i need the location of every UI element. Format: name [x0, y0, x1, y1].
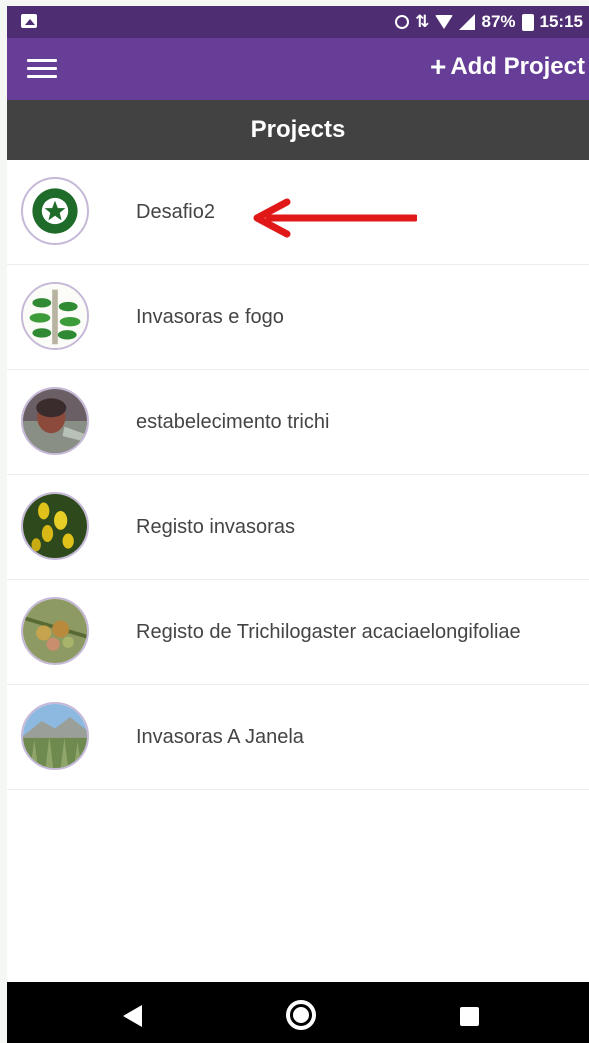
project-avatar-galls-photo [21, 597, 89, 665]
project-row[interactable]: Registo invasoras [7, 475, 589, 580]
battery-percent: 87% [481, 12, 516, 31]
project-row[interactable]: Invasoras e fogo [7, 265, 589, 370]
status-time: 15:15 [539, 12, 583, 31]
project-avatar-yellow-flowers-photo [21, 492, 89, 560]
status-bar: ⇅ 87% 15:15 [7, 6, 589, 38]
project-row[interactable]: Desafio2 [7, 160, 589, 265]
data-icon: ⇅ [415, 12, 430, 31]
add-project-button[interactable]: + Add Project [430, 53, 585, 81]
screen: ⇅ 87% 15:15 + Add Project Projects Desaf… [7, 6, 589, 1043]
home-icon[interactable] [286, 1000, 316, 1030]
project-name: Registo invasoras [136, 515, 295, 538]
project-row[interactable]: estabelecimento trichi [7, 370, 589, 475]
add-project-label: Add Project [450, 53, 585, 80]
project-avatar-landscape-photo [21, 702, 89, 770]
project-name: Invasoras e fogo [136, 305, 284, 328]
alarm-icon [395, 15, 410, 29]
plus-icon: + [429, 51, 447, 82]
project-row[interactable]: Invasoras A Janela [7, 685, 589, 790]
project-name: estabelecimento trichi [136, 410, 330, 433]
project-list: Desafio2 Invasoras e fogo estabeleciment… [7, 160, 589, 790]
back-icon[interactable] [123, 1005, 142, 1027]
hamburger-icon[interactable] [27, 56, 57, 80]
project-avatar-person-photo [21, 387, 89, 455]
status-icons: ⇅ 87% 15:15 [395, 6, 583, 38]
navigation-bar [7, 982, 589, 1043]
project-name: Registo de Trichilogaster acaciaelongifo… [136, 620, 521, 643]
annotation-arrow-icon [253, 198, 417, 238]
project-name: Invasoras A Janela [136, 725, 304, 748]
project-avatar-flower-logo [21, 177, 89, 245]
battery-icon [521, 13, 534, 31]
wifi-icon [435, 15, 454, 29]
image-icon [21, 14, 37, 28]
project-name: Desafio2 [136, 200, 215, 223]
recents-icon[interactable] [460, 1007, 479, 1026]
project-avatar-plant-illustration [21, 282, 89, 350]
project-row[interactable]: Registo de Trichilogaster acaciaelongifo… [7, 580, 589, 685]
app-bar: + Add Project [7, 38, 589, 100]
page-title: Projects [7, 100, 589, 160]
signal-icon [459, 14, 476, 30]
